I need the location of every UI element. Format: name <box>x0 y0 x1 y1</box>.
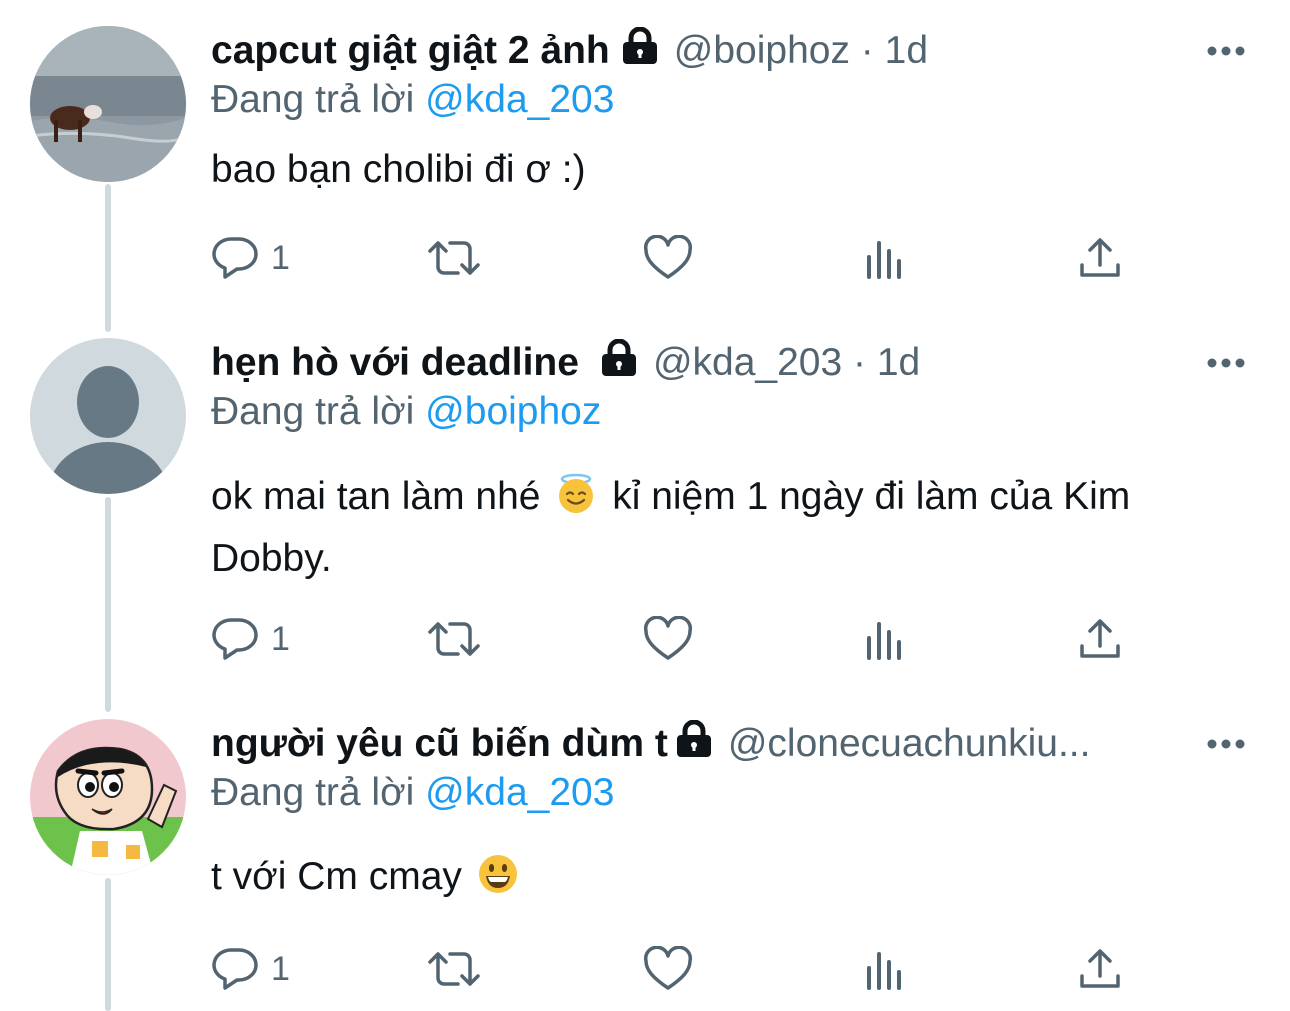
tweet-text: ok mai tan làm nhé kỉ niệm 1 ngày đi làm… <box>211 473 1131 580</box>
reply-count: 1 <box>271 238 290 277</box>
tweet-actions: 1 <box>211 946 1131 996</box>
share-button[interactable] <box>1077 946 1123 992</box>
lock-icon <box>674 719 714 768</box>
share-button[interactable] <box>1077 235 1123 281</box>
mention-link[interactable]: @boiphoz <box>425 390 601 433</box>
display-name[interactable]: capcut giật giật 2 ảnh <box>211 29 610 73</box>
replying-to: Đang trả lời @kda_203 <box>211 771 615 814</box>
avatar[interactable] <box>30 338 186 494</box>
like-button[interactable] <box>643 235 693 281</box>
grinning-face-icon <box>477 853 519 911</box>
handle[interactable]: @boiphoz · 1d <box>674 29 928 73</box>
reply-icon <box>211 616 261 662</box>
lock-icon <box>599 338 639 387</box>
retweet-button[interactable] <box>426 235 482 281</box>
like-button[interactable] <box>643 946 693 992</box>
share-icon <box>1077 235 1123 281</box>
retweet-icon <box>426 946 482 992</box>
views-icon <box>861 235 907 281</box>
views-button[interactable] <box>861 235 907 281</box>
retweet-button[interactable] <box>426 946 482 992</box>
reply-button[interactable]: 1 <box>211 946 290 992</box>
mention-link[interactable]: @kda_203 <box>425 78 614 121</box>
retweet-icon <box>426 616 482 662</box>
timestamp: 1d <box>876 341 921 384</box>
thread-line <box>105 878 111 1011</box>
avatar[interactable] <box>30 26 186 182</box>
tweet-actions: 1 <box>211 616 1131 666</box>
lock-icon <box>620 26 660 75</box>
more-icon[interactable] <box>1206 737 1246 755</box>
thread-line <box>105 497 111 712</box>
display-name[interactable]: người yêu cũ biến dùm t <box>211 722 668 766</box>
views-button[interactable] <box>861 616 907 662</box>
replying-to: Đang trả lời @kda_203 <box>211 78 615 121</box>
views-button[interactable] <box>861 946 907 992</box>
handle[interactable]: @clonecuachunkiu... <box>728 722 1091 766</box>
reply-button[interactable]: 1 <box>211 616 290 662</box>
like-button[interactable] <box>643 616 693 662</box>
retweet-button[interactable] <box>426 616 482 662</box>
display-name[interactable]: hẹn hò với deadline <box>211 341 579 385</box>
share-icon <box>1077 946 1123 992</box>
retweet-icon <box>426 235 482 281</box>
handle[interactable]: @kda_203 · 1d <box>653 341 920 385</box>
replying-to: Đang trả lời @boiphoz <box>211 390 602 433</box>
reply-count: 1 <box>271 619 290 658</box>
reply-button[interactable]: 1 <box>211 235 290 281</box>
share-button[interactable] <box>1077 616 1123 662</box>
more-icon[interactable] <box>1206 356 1246 374</box>
reply-count: 1 <box>271 949 290 988</box>
views-icon <box>861 946 907 992</box>
timestamp: 1d <box>884 29 929 72</box>
tweet-actions: 1 <box>211 235 1131 285</box>
like-icon <box>643 616 693 662</box>
avatar[interactable] <box>30 719 186 875</box>
mention-link[interactable]: @kda_203 <box>425 771 614 814</box>
smiling-face-with-halo-icon <box>555 473 597 531</box>
more-icon[interactable] <box>1206 44 1246 62</box>
tweet-text: t với Cm cmay <box>211 849 1251 911</box>
like-icon <box>643 946 693 992</box>
thread-line <box>105 184 111 332</box>
views-icon <box>861 616 907 662</box>
reply-icon <box>211 946 261 992</box>
reply-icon <box>211 235 261 281</box>
like-icon <box>643 235 693 281</box>
tweet-text: bao bạn cholibi đi ơ :) <box>211 148 586 191</box>
share-icon <box>1077 616 1123 662</box>
